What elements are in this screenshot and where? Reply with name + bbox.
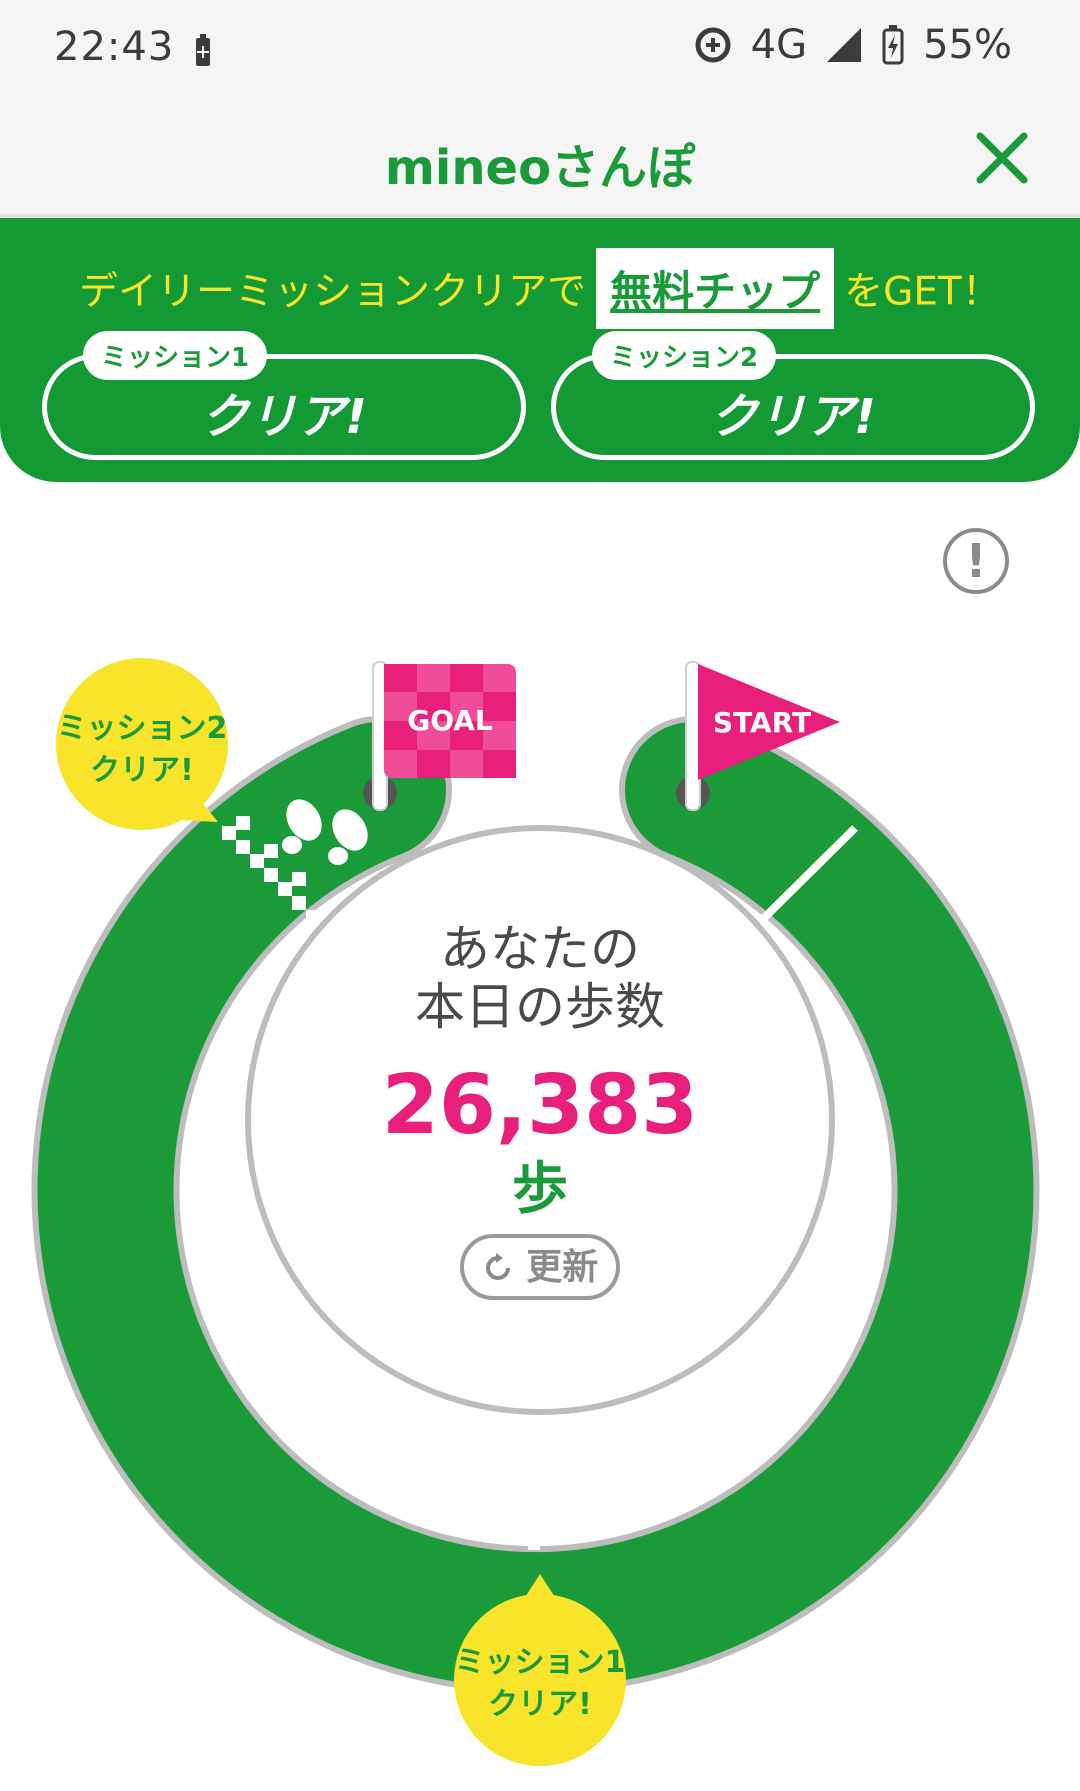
mission-1-bubble-line2: クリア! [488,1687,592,1722]
status-bar: 22:43 4G 55% [0,0,1080,100]
app-header: mineoさんぽ [0,100,1080,218]
battery-charging-icon [882,25,904,65]
refresh-icon [485,1253,510,1280]
banner-message: デイリーミッションクリアで 無料チップ をGET！ [0,248,1080,329]
network-type: 4G [750,22,808,68]
status-time: 22:43 [54,24,175,70]
mission-1-tag: ミッション1 [83,331,268,380]
goal-label: GOAL [407,704,493,737]
mission-1-button[interactable]: ミッション1 クリア! [42,331,526,460]
mission-2-bubble-line1: ミッション2 [57,711,228,746]
mission-2-tag: ミッション2 [592,331,777,380]
data-saver-icon [695,27,731,63]
free-tip-link[interactable]: 無料チップ [596,248,835,329]
battery-level: 55% [923,22,1012,68]
signal-icon [827,28,862,62]
mission-1-status: クリア! [201,389,367,445]
mission-1-checkpoint [528,1418,552,1550]
mission-2-button[interactable]: ミッション2 クリア! [551,331,1035,460]
refresh-button[interactable]: 更新 [460,1234,620,1300]
mission-1-bubble-line1: ミッション1 [455,1645,626,1680]
steps-heading-line2: 本日の歩数 [415,978,665,1036]
steps-heading-line1: あなたの [440,920,640,978]
banner-suffix: をGET！ [844,269,1001,315]
refresh-label: 更新 [526,1247,599,1288]
steps-heading: あなたの 本日の歩数 [290,920,790,1036]
mission-banner: デイリーミッションクリアで 無料チップ をGET！ ミッション1 クリア! ミッショ… [0,218,1080,482]
mission-2-status: クリア! [710,389,876,445]
start-label: START [713,706,811,739]
close-icon[interactable] [970,126,1034,190]
page-title: mineoさんぽ [384,140,696,196]
mission-2-bubble-line2: クリア! [90,753,194,788]
step-unit: 歩 [512,1157,568,1222]
banner-prefix: デイリーミッションクリアで [79,269,587,315]
info-button[interactable]: ! [943,528,1009,594]
battery-saver-icon [196,34,210,66]
step-count: 26,383 [381,1058,699,1153]
status-right: 4G 55% [693,22,1012,68]
